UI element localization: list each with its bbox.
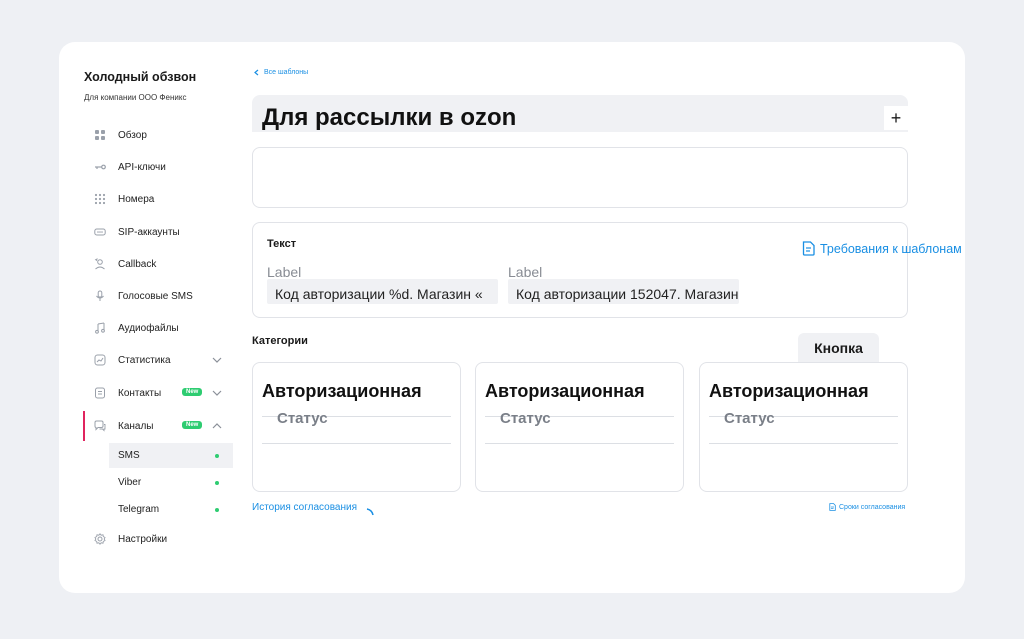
sidebar-item-overview[interactable]: Обзор: [84, 122, 232, 148]
sidebar-item-label: Обзор: [118, 129, 147, 141]
button-tab[interactable]: Кнопка: [798, 333, 879, 363]
category-status: Статус: [277, 410, 328, 427]
category-card[interactable]: Авторизационная Статус: [475, 362, 684, 492]
sidebar-item-label: API-ключи: [118, 161, 166, 173]
callback-icon: [94, 258, 106, 270]
sidebar-item-voice-sms[interactable]: Голосовые SMS: [84, 283, 232, 309]
add-button[interactable]: +: [884, 106, 908, 130]
loading-spinner-icon: [366, 508, 374, 516]
sidebar-item-label: Каналы: [118, 420, 154, 432]
sidebar-item-label: Номера: [118, 193, 155, 205]
sidebar-subitem-telegram[interactable]: Telegram: [109, 497, 233, 522]
template-requirements-link[interactable]: Требования к шаблонам: [802, 241, 962, 256]
new-badge: New: [182, 421, 203, 429]
music-icon: [94, 322, 106, 334]
sidebar-item-audio-files[interactable]: Аудиофайлы: [84, 315, 232, 341]
field-label: Label: [508, 264, 543, 280]
sidebar-subitem-sms[interactable]: SMS: [109, 443, 233, 468]
sidebar-item-numbers[interactable]: Номера: [84, 186, 232, 212]
sidebar-subitem-viber[interactable]: Viber: [109, 470, 233, 495]
category-title: Авторизационная: [485, 381, 645, 401]
category-title: Авторизационная: [709, 381, 869, 401]
requirements-link-label: Требования к шаблонам: [820, 241, 962, 256]
category-title: Авторизационная: [262, 381, 422, 401]
description-field[interactable]: [252, 147, 908, 208]
example-text-input[interactable]: Код авторизации 152047. Магазин: [508, 279, 739, 304]
sidebar-item-label: SIP-аккаунты: [118, 226, 180, 238]
sip-icon: [94, 226, 106, 238]
chart-icon: [94, 354, 106, 366]
approval-terms-link[interactable]: Сроки согласования: [829, 503, 905, 511]
divider: [485, 443, 674, 444]
gear-icon: [94, 533, 106, 545]
sidebar-item-label: Настройки: [118, 533, 168, 545]
sidebar-subitem-label: Viber: [118, 477, 142, 488]
microphone-icon: [94, 290, 106, 302]
dialpad-icon: [94, 193, 106, 205]
divider: [262, 443, 451, 444]
sidebar-item-api-keys[interactable]: API-ключи: [84, 154, 232, 180]
sidebar-subitem-label: Telegram: [118, 504, 160, 515]
status-dot: [215, 508, 219, 512]
field-label: Label: [267, 264, 302, 280]
categories-heading: Категории: [252, 335, 308, 347]
document-icon: [829, 503, 836, 511]
chevron-up-icon[interactable]: [212, 421, 222, 431]
sidebar-item-label: Контакты: [118, 387, 162, 399]
text-section-heading: Текст: [267, 238, 297, 250]
sidebar-item-settings[interactable]: Настройки: [84, 526, 232, 552]
sidebar-item-channels[interactable]: Каналы New: [84, 413, 232, 439]
sidebar-item-label: Голосовые SMS: [118, 290, 193, 302]
chevron-down-icon[interactable]: [212, 388, 222, 398]
terms-link-label: Сроки согласования: [839, 503, 906, 511]
category-status: Статус: [500, 410, 551, 427]
company-subtitle: Для компании ООО Феникс: [84, 93, 187, 102]
chat-icon: [94, 420, 106, 432]
sidebar-item-sip-accounts[interactable]: SIP-аккаунты: [84, 219, 232, 245]
sidebar-subitem-label: SMS: [118, 450, 140, 461]
key-icon: [94, 161, 106, 173]
chevron-down-icon[interactable]: [212, 355, 222, 365]
approval-history-link[interactable]: История согласования: [252, 502, 357, 513]
status-dot: [215, 481, 219, 485]
divider: [709, 443, 898, 444]
category-card[interactable]: Авторизационная Статус: [252, 362, 461, 492]
contacts-icon: [94, 387, 106, 399]
back-to-templates-link[interactable]: Все шаблоны: [253, 69, 308, 76]
sidebar-item-callback[interactable]: Callback: [84, 251, 232, 277]
back-link-label: Все шаблоны: [264, 69, 309, 76]
document-icon: [802, 241, 815, 256]
category-status: Статус: [724, 410, 775, 427]
template-text-input[interactable]: Код авторизации %d. Магазин «: [267, 279, 498, 304]
grid-icon: [94, 129, 106, 141]
new-badge: New: [182, 388, 203, 396]
sidebar-item-label: Аудиофайлы: [118, 322, 179, 334]
sidebar-item-label: Callback: [118, 258, 157, 270]
page-title: Для рассылки в ozon: [262, 104, 517, 131]
sidebar-item-label: Статистика: [118, 354, 171, 366]
sidebar-item-statistics[interactable]: Статистика: [84, 347, 232, 373]
sidebar-item-contacts[interactable]: Контакты New: [84, 380, 232, 406]
category-card[interactable]: Авторизационная Статус: [699, 362, 908, 492]
company-title: Холодный обзвон: [84, 70, 197, 84]
chevron-left-icon: [254, 69, 259, 76]
status-dot: [215, 454, 219, 458]
